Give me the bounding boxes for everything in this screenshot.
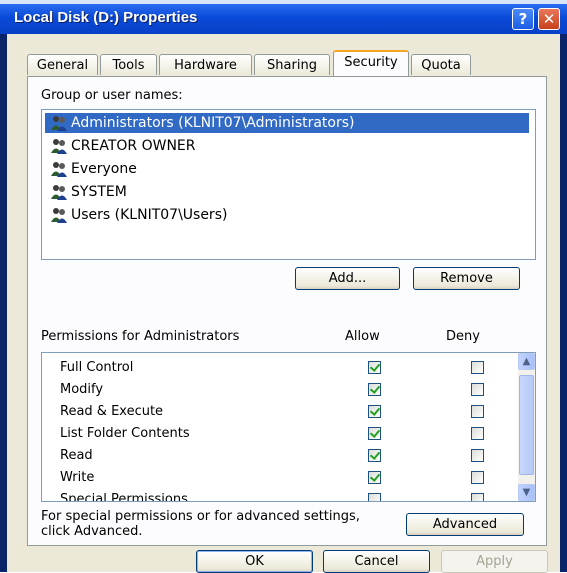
permission-name: List Folder Contents [60,426,190,441]
permission-name: Read & Execute [60,404,164,419]
permissions-list: Special Permissions Write Read List Folder … [41,352,536,502]
remove-button[interactable]: Remove [413,267,520,290]
close-button[interactable]: ✕ [538,8,560,30]
permission-row: Special Permissions [60,490,520,502]
deny-checkbox[interactable] [471,427,484,440]
user-name: Users (KLNIT07\Users) [71,207,228,223]
user-group-icon [51,116,67,131]
permission-row: Read & Execute [60,402,520,424]
advanced-button[interactable]: Advanced [406,513,524,536]
help-button[interactable]: ? [512,8,534,30]
user-name: Administrators (KLNIT07\Administrators) [71,115,355,131]
tab-sharing[interactable]: Sharing [254,54,330,75]
scroll-down-arrow-icon[interactable]: ▼ [518,484,535,501]
scroll-up-arrow-icon[interactable]: ▲ [518,353,535,370]
permission-row: Modify [60,380,520,402]
add-button[interactable]: Add... [295,267,400,290]
allow-checkbox[interactable] [368,449,381,462]
allow-checkbox[interactable] [368,493,381,501]
user-group-icon [51,185,67,200]
user-name: CREATOR OWNER [71,138,196,154]
allow-checkbox[interactable] [368,361,381,374]
permissions-scrollbar[interactable]: ▲ ▼ [518,353,535,501]
deny-header: Deny [446,329,480,344]
permission-name: Special Permissions [60,492,188,502]
allow-checkbox[interactable] [368,427,381,440]
deny-checkbox[interactable] [471,471,484,484]
advanced-instructions: For special permissions or for advanced … [41,509,360,539]
permission-name: Write [60,470,95,485]
user-group-icon [51,208,67,223]
permission-row: Read [60,446,520,468]
allow-header: Allow [345,329,380,344]
security-panel: Group or user names: Administrators (KLN… [27,76,547,546]
deny-checkbox[interactable] [471,361,484,374]
allow-checkbox[interactable] [368,383,381,396]
user-list-item[interactable]: Everyone [45,159,531,179]
tab-quota[interactable]: Quota [411,54,471,75]
user-list[interactable]: Administrators (KLNIT07\Administrators) C… [41,109,536,260]
ok-button[interactable]: OK [196,550,313,573]
tab-security[interactable]: Security [333,50,409,76]
permission-row: Full Control [60,358,520,380]
deny-checkbox[interactable] [471,449,484,462]
permission-row: Write [60,468,520,490]
apply-button[interactable]: Apply [441,550,548,573]
title-bar[interactable]: Local Disk (D:) Properties ? ✕ [0,4,567,34]
allow-checkbox[interactable] [368,471,381,484]
dialog-client-area: General Tools Hardware Sharing Security … [7,34,560,573]
user-name: Everyone [71,161,137,177]
scroll-thumb[interactable] [519,375,534,475]
properties-dialog: Local Disk (D:) Properties ? ✕ General T… [0,4,567,573]
deny-checkbox[interactable] [471,383,484,396]
tab-general[interactable]: General [27,54,98,75]
user-list-item[interactable]: CREATOR OWNER [45,136,531,156]
user-list-item[interactable]: SYSTEM [45,182,531,202]
tab-tools[interactable]: Tools [100,54,157,75]
cancel-button[interactable]: Cancel [323,550,430,573]
permission-name: Read [60,448,93,463]
permission-name: Modify [60,382,104,397]
user-group-icon [51,139,67,154]
user-list-item[interactable]: Users (KLNIT07\Users) [45,205,531,225]
deny-checkbox[interactable] [471,405,484,418]
permission-name: Full Control [60,360,134,375]
user-group-icon [51,162,67,177]
user-name: SYSTEM [71,184,127,200]
tab-hardware[interactable]: Hardware [159,54,252,75]
permissions-label: Permissions for Administrators [41,329,240,344]
deny-checkbox[interactable] [471,493,484,501]
user-list-item[interactable]: Administrators (KLNIT07\Administrators) [45,113,529,133]
group-or-user-label: Group or user names: [41,88,183,103]
permission-row: List Folder Contents [60,424,520,446]
allow-checkbox[interactable] [368,405,381,418]
window-title: Local Disk (D:) Properties [14,9,198,26]
